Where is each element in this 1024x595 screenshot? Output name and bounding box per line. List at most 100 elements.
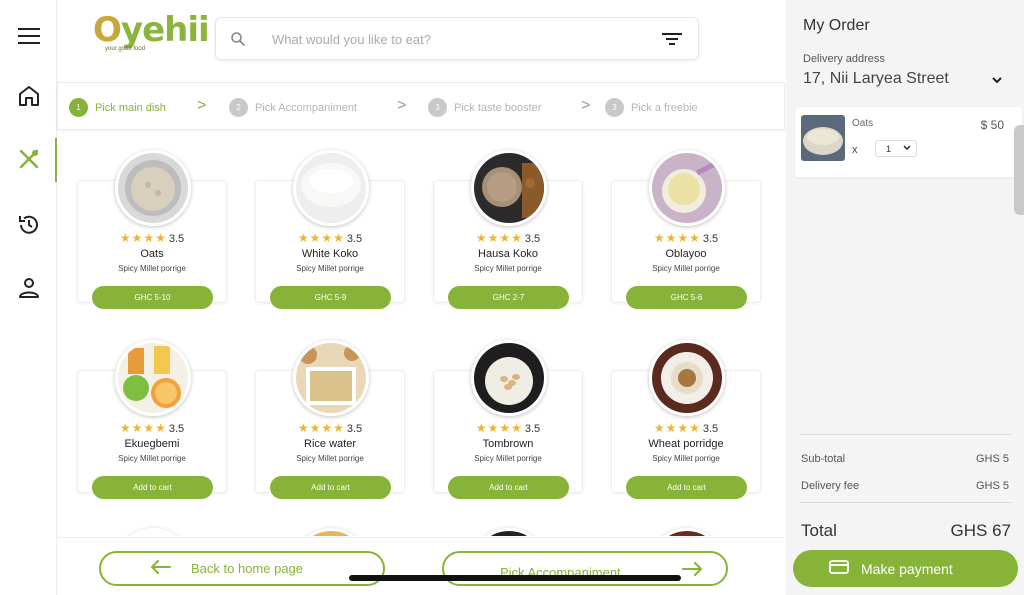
step-pick-freebie[interactable]: 3 Pick a freebie [605, 98, 698, 117]
add-to-cart-button[interactable]: Add to cart [448, 476, 569, 499]
back-to-home-button[interactable]: Back to home page [99, 551, 385, 586]
dish-image-partial [115, 528, 191, 536]
subtotal-label: Sub-total [801, 453, 846, 465]
delivery-fee-value: GHS 5 [975, 480, 1009, 492]
dish-name: Hausa Koko [478, 248, 538, 260]
order-item-price: $ 50 [980, 118, 1004, 132]
menu-icon[interactable] [0, 16, 57, 56]
make-payment-button[interactable]: Make payment [793, 550, 1018, 587]
brand-name: yehii [120, 10, 210, 50]
dish-rating: ★★★★ 3.5 [653, 231, 719, 245]
make-payment-label: Make payment [861, 560, 953, 577]
dish-name: Wheat porridge [648, 438, 724, 450]
dish-description: Spicy Millet porrige [652, 264, 720, 273]
dish-name: White Koko [301, 248, 359, 260]
step-separator: > [197, 97, 207, 114]
dish-image-partial [649, 528, 725, 536]
chevron-down-icon [903, 144, 911, 154]
side-nav [0, 0, 57, 595]
step-number: 3 [428, 98, 447, 117]
step-pick-taste-booster[interactable]: 3 Pick taste booster [428, 98, 541, 117]
order-title: My Order [803, 17, 870, 34]
brand-tagline: your good food [105, 46, 146, 52]
filter-icon[interactable] [662, 32, 682, 51]
order-item-image [801, 115, 845, 161]
total-value: GHS 67 [950, 521, 1011, 540]
dish-grid: ★★★★ 3.5 Oats Spicy Millet porrige GHC 5-… [57, 130, 785, 536]
chevron-down-icon[interactable] [991, 72, 1003, 90]
step-separator: > [397, 97, 407, 114]
dish-image-rice-water [293, 340, 369, 416]
search-icon [230, 31, 246, 52]
dish-description: Spicy Millet porrige [296, 454, 364, 463]
dish-rating: ★★★★ 3.5 [297, 231, 363, 245]
dish-price-button[interactable]: GHC 2-7 [448, 286, 569, 309]
home-indicator [349, 575, 681, 581]
step-number: 3 [605, 98, 624, 117]
bottom-nav: Back to home page Pick Accompaniment [57, 537, 785, 595]
dish-image-partial [293, 528, 369, 536]
divider [799, 434, 1012, 435]
search-input[interactable]: What would you like to eat? [272, 32, 431, 47]
dish-rating: ★★★★ 3.5 [475, 231, 541, 245]
order-item: Oats $ 50 x 1 [795, 107, 1022, 177]
arrow-left-icon [151, 560, 171, 577]
dish-price-button[interactable]: GHC 5-6 [626, 286, 747, 309]
step-number: 2 [229, 98, 248, 117]
dish-rating: ★★★★ 3.5 [119, 421, 185, 435]
delivery-address-select[interactable]: 17, Nii Laryea Street [803, 70, 949, 88]
dish-price-button[interactable]: GHC 5-9 [270, 286, 391, 309]
step-number: 1 [69, 98, 88, 117]
dish-name: Ekuegbemi [124, 438, 180, 450]
delivery-address-label: Delivery address [803, 53, 885, 65]
quantity-value: 1 [886, 143, 892, 154]
dish-description: Spicy Millet porrige [296, 264, 364, 273]
quantity-select[interactable]: 1 [875, 140, 917, 157]
add-to-cart-button[interactable]: Add to cart [270, 476, 391, 499]
dish-name: Oblayoo [665, 248, 707, 260]
panel-scroll-handle[interactable] [1014, 125, 1024, 215]
home-icon[interactable] [0, 76, 57, 116]
dish-rating: ★★★★ 3.5 [297, 421, 363, 435]
dish-image-partial [471, 528, 547, 536]
order-item-name: Oats [852, 118, 874, 129]
dish-description: Spicy Millet porrige [474, 264, 542, 273]
step-pick-main-dish[interactable]: 1 Pick main dish [69, 98, 166, 117]
dish-description: Spicy Millet porrige [118, 264, 186, 273]
utensils-icon[interactable] [0, 139, 57, 179]
dish-rating: ★★★★ 3.5 [653, 421, 719, 435]
divider [799, 502, 1012, 503]
dish-name: Rice water [304, 438, 356, 450]
dish-image-oats [115, 150, 191, 226]
dish-name: Oats [140, 248, 164, 260]
order-panel: My Order Delivery address 17, Nii Laryea… [786, 0, 1024, 595]
step-label: Pick a freebie [631, 101, 698, 114]
subtotal-value: GHS 5 [975, 453, 1009, 465]
order-steps: 1 Pick main dish > 2 Pick Accompaniment > … [57, 82, 785, 130]
dish-image-oblayoo [649, 150, 725, 226]
add-to-cart-button[interactable]: Add to cart [92, 476, 213, 499]
dish-image-tombrown [471, 340, 547, 416]
step-pick-accompaniment[interactable]: 2 Pick Accompaniment [229, 98, 357, 117]
dish-rating: ★★★★ 3.5 [119, 231, 185, 245]
dish-description: Spicy Millet porrige [652, 454, 720, 463]
total-row: Total GHS 67 [801, 521, 1011, 541]
dish-image-wheat-porridge [649, 340, 725, 416]
user-icon[interactable] [0, 268, 57, 308]
total-label: Total [801, 521, 837, 540]
dish-name: Tombrown [482, 438, 534, 450]
quantity-multiplier: x [852, 144, 858, 156]
subtotal-row: Sub-total GHS 5 [801, 453, 1009, 465]
step-label: Pick taste booster [454, 101, 542, 114]
add-to-cart-button[interactable]: Add to cart [626, 476, 747, 499]
brand-logo[interactable]: Oyehii your good food [93, 10, 210, 56]
arrow-right-icon [682, 562, 702, 579]
step-separator: > [581, 97, 591, 114]
dish-price-button[interactable]: GHC 5-10 [92, 286, 213, 309]
dish-rating: ★★★★ 3.5 [475, 421, 541, 435]
dish-description: Spicy Millet porrige [474, 454, 542, 463]
back-button-label: Back to home page [191, 561, 304, 576]
search-bar[interactable]: What would you like to eat? [215, 17, 699, 60]
delivery-fee-row: Delivery fee GHS 5 [801, 480, 1009, 492]
history-icon[interactable] [0, 205, 57, 245]
